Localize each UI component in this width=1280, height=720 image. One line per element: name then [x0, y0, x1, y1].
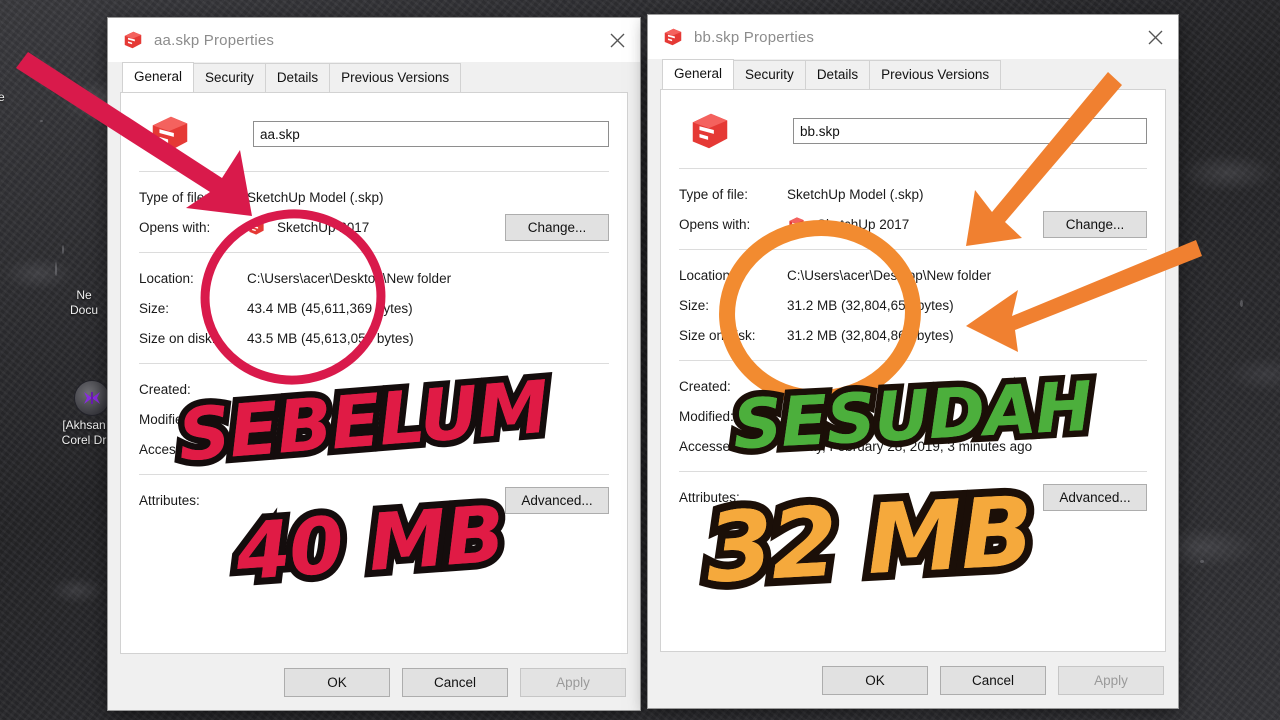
row-type-of-file-left: Type of file: SketchUp Model (.skp)	[139, 182, 609, 212]
apply-button-left: Apply	[520, 667, 626, 697]
sketchup-icon	[249, 219, 264, 235]
desktop-texture-speck	[62, 245, 64, 254]
desktop-texture-speck	[1200, 560, 1204, 563]
sketchup-icon	[124, 31, 142, 49]
value-size: 43.4 MB (45,611,369 bytes)	[247, 300, 413, 316]
opens-with-app-name: SketchUp 2017	[277, 219, 370, 235]
value-size: 31.2 MB (32,804,659 bytes)	[787, 297, 954, 313]
properties-dialog-left: aa.skp Properties General Security Detai…	[108, 18, 640, 710]
dialog-title-right: bb.skp Properties	[694, 28, 815, 46]
label-size-on-disk: Size on disk:	[139, 330, 216, 346]
separator	[679, 471, 1147, 472]
advanced-button-left[interactable]: Advanced...	[505, 486, 609, 514]
row-size-on-disk-right: Size on disk: 31.2 MB (32,804,864 bytes)	[679, 320, 1147, 350]
cancel-button-right[interactable]: Cancel	[940, 665, 1046, 695]
row-location-left: Location: C:\Users\acer\Desktop\New fold…	[139, 263, 609, 293]
file-header-right: bb.skp	[679, 104, 1147, 158]
annotation-32mb-label: 32 MB	[703, 475, 1035, 605]
label-type-of-file: Type of file:	[679, 186, 749, 202]
filename-input-right[interactable]: bb.skp	[793, 118, 1147, 144]
label-attributes: Attributes:	[139, 492, 200, 508]
row-size-left: Size: 43.4 MB (45,611,369 bytes)	[139, 293, 609, 323]
tab-previous-versions-left[interactable]: Previous Versions	[329, 63, 462, 92]
close-button-right[interactable]	[1132, 15, 1178, 59]
value-type-of-file: SketchUp Model (.skp)	[247, 189, 384, 205]
tab-security-left[interactable]: Security	[193, 63, 266, 92]
filename-input-left[interactable]: aa.skp	[253, 121, 609, 147]
separator	[679, 360, 1147, 361]
desktop-texture-speck	[1240, 300, 1243, 307]
tab-details-left[interactable]: Details	[264, 63, 331, 92]
dialog-title-left: aa.skp Properties	[154, 31, 275, 49]
row-type-of-file-right: Type of file: SketchUp Model (.skp)	[679, 179, 1147, 209]
tab-general-left[interactable]: General	[122, 62, 195, 92]
close-icon	[610, 33, 624, 47]
separator	[679, 168, 1147, 169]
row-opens-with-right: Opens with: SketchUp 2017 Change...	[679, 209, 1147, 239]
row-size-right: Size: 31.2 MB (32,804,659 bytes)	[679, 290, 1147, 320]
tab-details-right[interactable]: Details	[804, 60, 871, 89]
ok-button-left[interactable]: OK	[284, 667, 390, 697]
value-location: C:\Users\acer\Desktop\New folder	[247, 270, 452, 286]
close-icon	[1148, 30, 1162, 44]
footer-left: OK Cancel Apply	[108, 654, 640, 710]
corel-butterfly-glyph	[84, 392, 100, 404]
file-header-left: aa.skp	[139, 107, 609, 161]
label-size-on-disk: Size on disk:	[679, 327, 756, 343]
desktop-icon-new-document[interactable]: Ne Docu	[52, 288, 116, 318]
annotation-40mb-label: 40 MB	[233, 489, 507, 599]
desktop-texture-speck	[55, 262, 57, 276]
corel-draw-icon[interactable]	[74, 380, 110, 416]
desktop-texture-speck	[40, 120, 43, 122]
properties-dialog-right: bb.skp Properties General Security Detai…	[648, 15, 1178, 708]
label-opens-with: Opens with:	[139, 219, 211, 235]
label-size: Size:	[139, 300, 170, 316]
value-opens-with: SketchUp 2017	[247, 218, 505, 237]
value-location: C:\Users\acer\Desktop\New folder	[787, 267, 992, 283]
row-opens-with-left: Opens with: SketchUp 2017 Change...	[139, 212, 609, 242]
cancel-button-left[interactable]: Cancel	[402, 667, 508, 697]
label-opens-with: Opens with:	[679, 216, 751, 232]
label-size: Size:	[679, 297, 710, 313]
separator	[139, 171, 609, 172]
value-size-on-disk: 31.2 MB (32,804,864 bytes)	[787, 327, 954, 343]
tab-general-right[interactable]: General	[662, 59, 735, 89]
tabstrip-right: General Security Details Previous Versio…	[648, 59, 1178, 89]
titlebar-right: bb.skp Properties	[648, 15, 1178, 59]
label-type-of-file: Type of file:	[139, 189, 209, 205]
close-button-left[interactable]	[594, 18, 640, 62]
value-opens-with: SketchUp 2017	[787, 215, 1043, 234]
separator	[139, 252, 609, 253]
row-location-right: Location: C:\Users\acer\Desktop\New fold…	[679, 260, 1147, 290]
separator	[679, 249, 1147, 250]
row-size-on-disk-left: Size on disk: 43.5 MB (45,613,056 bytes)	[139, 323, 609, 353]
sketchup-icon	[789, 216, 804, 232]
tab-previous-versions-right[interactable]: Previous Versions	[869, 60, 1002, 89]
sketchup-icon	[152, 116, 188, 152]
separator	[139, 363, 609, 364]
annotation-sesudah-label: SESUDAH	[731, 367, 1094, 466]
value-size-on-disk: 43.5 MB (45,613,056 bytes)	[247, 330, 414, 346]
advanced-button-right[interactable]: Advanced...	[1043, 483, 1147, 511]
change-button-left[interactable]: Change...	[505, 213, 609, 241]
label-location: Location:	[679, 267, 734, 283]
desktop-icon-partial-top[interactable]: ke	[0, 90, 34, 105]
change-button-right[interactable]: Change...	[1043, 210, 1147, 238]
tabstrip-left: General Security Details Previous Versio…	[108, 62, 640, 92]
ok-button-right[interactable]: OK	[822, 665, 928, 695]
label-location: Location:	[139, 270, 194, 286]
footer-right: OK Cancel Apply	[648, 652, 1178, 708]
value-type-of-file: SketchUp Model (.skp)	[787, 186, 924, 202]
tab-security-right[interactable]: Security	[733, 60, 806, 89]
sketchup-icon	[664, 28, 682, 46]
apply-button-right: Apply	[1058, 665, 1164, 695]
opens-with-app-name: SketchUp 2017	[817, 216, 910, 232]
sketchup-icon	[692, 113, 728, 149]
titlebar-left: aa.skp Properties	[108, 18, 640, 62]
